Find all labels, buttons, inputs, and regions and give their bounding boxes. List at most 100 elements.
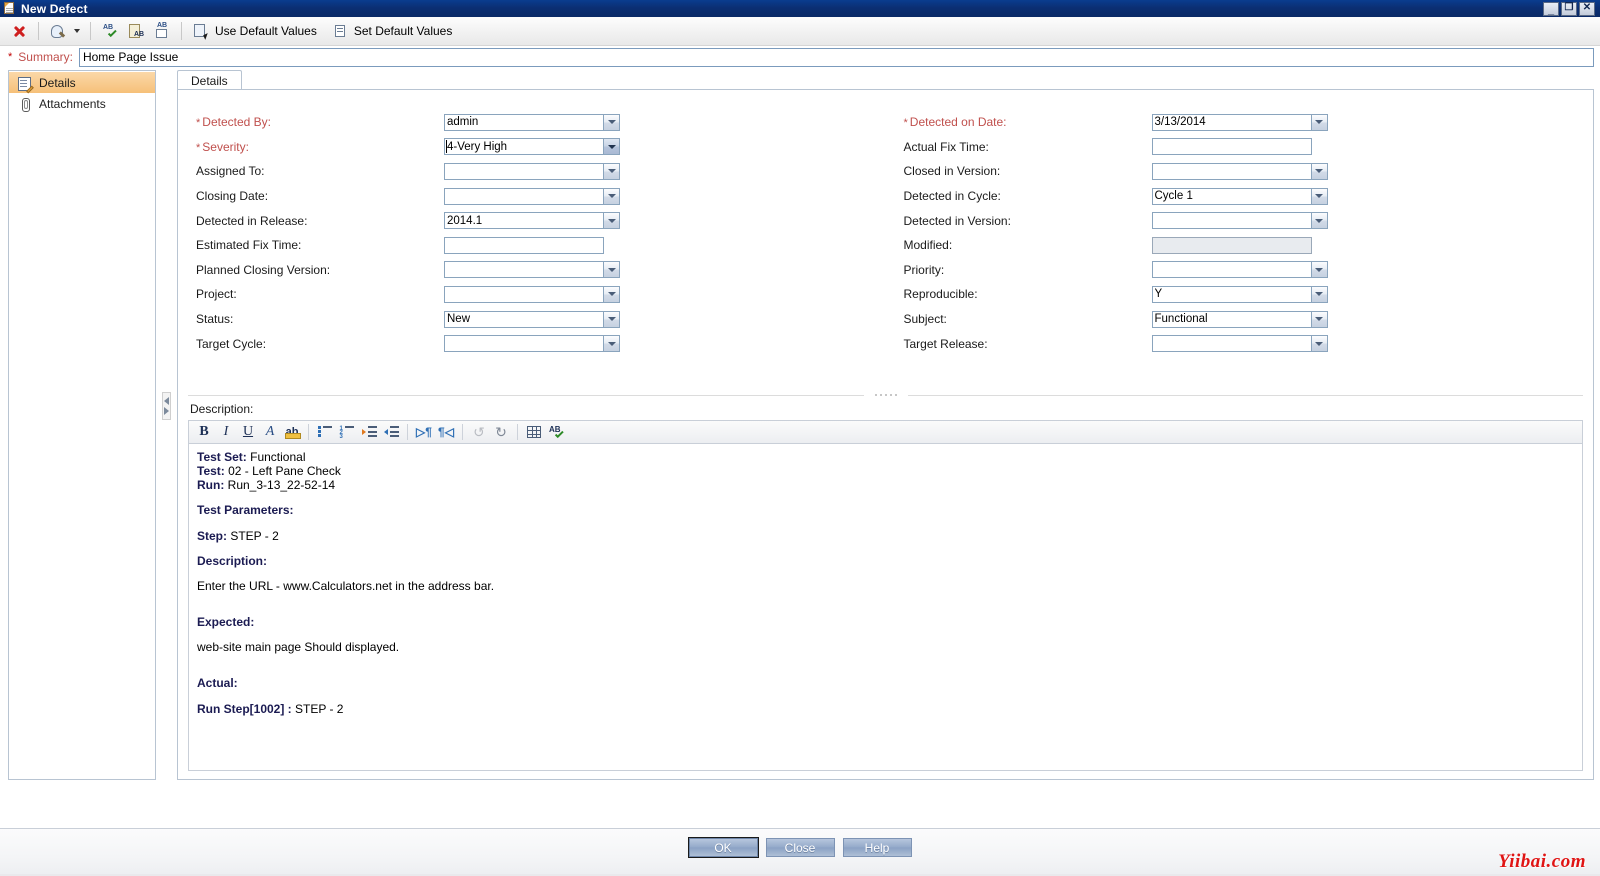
field-dropdown-button[interactable] xyxy=(604,163,620,180)
field-input[interactable] xyxy=(1152,311,1312,328)
field-input[interactable] xyxy=(1152,188,1312,205)
description-field-line: Test Set: Functional xyxy=(197,450,1574,464)
field-dropdown-button[interactable] xyxy=(604,138,620,155)
set-default-values-button[interactable]: Set Default Values xyxy=(327,19,463,43)
field-input[interactable] xyxy=(1152,212,1312,229)
field-control xyxy=(444,286,587,303)
summary-label: Summary: xyxy=(18,50,73,64)
field-dropdown-button[interactable] xyxy=(604,286,620,303)
field-input[interactable] xyxy=(444,237,604,254)
field-label: Estimated Fix Time: xyxy=(196,238,444,252)
set-default-values-icon xyxy=(331,22,349,40)
field-dropdown-button[interactable] xyxy=(1312,114,1328,131)
highlight-icon[interactable]: ab xyxy=(281,422,303,442)
spell-check-icon[interactable]: AB xyxy=(545,422,567,442)
splitter-grip[interactable] xyxy=(875,394,897,396)
description-field-line: Run: Run_3-13_22-52-14 xyxy=(197,478,1574,492)
field-dropdown-button[interactable] xyxy=(1312,163,1328,180)
description-content[interactable]: Test Set: FunctionalTest: 02 - Left Pane… xyxy=(188,444,1583,771)
thesaurus-icon: AB xyxy=(127,22,145,40)
field-input[interactable] xyxy=(444,114,604,131)
field-input[interactable] xyxy=(1152,114,1312,131)
field-input[interactable] xyxy=(444,163,604,180)
close-button[interactable]: ✕ xyxy=(1579,2,1595,16)
field-dropdown-button[interactable] xyxy=(604,311,620,328)
font-color-icon[interactable]: A xyxy=(259,422,281,442)
undo-icon[interactable]: ↺ xyxy=(468,422,490,442)
use-default-values-button[interactable]: Use Default Values xyxy=(188,19,327,43)
field-label: Closing Date: xyxy=(196,189,444,203)
field-dropdown-button[interactable] xyxy=(604,261,620,278)
field-input[interactable] xyxy=(444,311,604,328)
chevron-down-icon xyxy=(608,342,616,346)
restore-button[interactable]: ❐ xyxy=(1561,2,1577,16)
chevron-down-icon xyxy=(1315,169,1323,173)
minimize-button[interactable]: _ xyxy=(1543,2,1559,16)
summary-input[interactable] xyxy=(79,48,1594,67)
field-input[interactable] xyxy=(444,212,604,229)
indent-icon[interactable] xyxy=(358,422,380,442)
field-dropdown-button[interactable] xyxy=(604,188,620,205)
field-input[interactable] xyxy=(1152,261,1312,278)
title-bar: New Defect _ ❐ ✕ xyxy=(0,0,1600,17)
delete-button[interactable] xyxy=(6,19,32,43)
numbered-list-icon[interactable]: 123 xyxy=(336,422,358,442)
field-control xyxy=(1152,311,1295,328)
use-default-values-icon xyxy=(192,22,210,40)
abc-check-icon: AB xyxy=(101,22,119,40)
sidebar-item-label: Details xyxy=(39,76,76,90)
field-dropdown-button[interactable] xyxy=(1312,286,1328,303)
bullet-list-icon[interactable] xyxy=(314,422,336,442)
field-dropdown-button[interactable] xyxy=(1312,188,1328,205)
outdent-icon[interactable] xyxy=(380,422,402,442)
field-input[interactable] xyxy=(444,286,604,303)
field-dropdown-button[interactable] xyxy=(1312,311,1328,328)
field-dropdown-button[interactable] xyxy=(604,114,620,131)
field-row: Priority: xyxy=(886,258,1594,283)
field-dropdown-button[interactable] xyxy=(1312,212,1328,229)
close-button-footer[interactable]: Close xyxy=(766,838,835,857)
panel-splitter[interactable] xyxy=(178,390,1593,400)
bold-icon[interactable]: B xyxy=(193,422,215,442)
underline-icon[interactable]: U xyxy=(237,422,259,442)
field-control xyxy=(444,163,587,180)
field-dropdown-button[interactable] xyxy=(604,212,620,229)
field-input[interactable] xyxy=(1152,335,1312,352)
field-label: Closed in Version: xyxy=(904,164,1152,178)
help-button[interactable]: Help xyxy=(843,838,912,857)
chevron-down-icon xyxy=(608,317,616,321)
details-icon xyxy=(18,76,32,90)
field-input[interactable] xyxy=(444,261,604,278)
chevron-down-icon[interactable] xyxy=(74,29,80,33)
field-input[interactable] xyxy=(444,335,604,352)
field-input[interactable] xyxy=(444,188,604,205)
field-input[interactable] xyxy=(444,138,604,155)
field-input[interactable] xyxy=(1152,138,1312,155)
field-dropdown-button[interactable] xyxy=(1312,335,1328,352)
field-input[interactable] xyxy=(1152,163,1312,180)
sidebar-item-details[interactable]: Details xyxy=(9,72,155,93)
sidebar-item-attachments[interactable]: Attachments xyxy=(9,93,155,114)
ltr-paragraph-icon[interactable]: ▷¶ xyxy=(413,422,435,442)
rtl-paragraph-icon[interactable]: ¶◁ xyxy=(435,422,457,442)
check-spelling-button[interactable]: AB xyxy=(97,19,123,43)
new-defect-window: New Defect _ ❐ ✕ AB xyxy=(0,0,1600,876)
italic-icon[interactable]: I xyxy=(215,422,237,442)
spelling-options-button[interactable]: AB xyxy=(149,19,175,43)
field-input[interactable] xyxy=(1152,286,1312,303)
field-control xyxy=(1152,335,1295,352)
field-control xyxy=(1152,237,1295,254)
field-dropdown-button[interactable] xyxy=(604,335,620,352)
collapse-right-icon[interactable] xyxy=(164,407,169,415)
ok-button[interactable]: OK xyxy=(689,838,758,857)
spell-check-button[interactable] xyxy=(45,19,84,43)
redo-icon[interactable]: ↻ xyxy=(490,422,512,442)
thesaurus-button[interactable]: AB xyxy=(123,19,149,43)
collapse-left-icon[interactable] xyxy=(164,397,169,405)
paragraph-spacer xyxy=(197,518,1574,529)
field-dropdown-button[interactable] xyxy=(1312,261,1328,278)
field-row: Target Release: xyxy=(886,331,1594,356)
sidebar-collapse-handle[interactable] xyxy=(162,392,171,420)
tab-details[interactable]: Details xyxy=(177,70,242,90)
insert-table-icon[interactable] xyxy=(523,422,545,442)
